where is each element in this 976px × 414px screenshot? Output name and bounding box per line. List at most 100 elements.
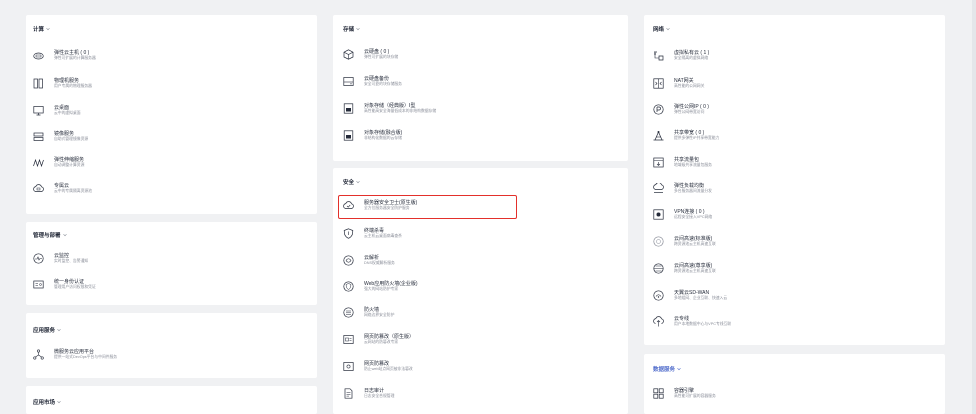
service-desc: 弹性可扩展的块存储 (364, 55, 399, 59)
container-engine-icon (653, 388, 664, 399)
service-desc: 管理用户访问权限和凭证 (54, 285, 96, 289)
cloud-dns-icon (343, 255, 354, 266)
service-item[interactable]: NAT网关 高性能的公网网关 (653, 78, 833, 94)
web-firewall-icon (343, 281, 354, 292)
section-title-label: 安全 (343, 180, 355, 186)
service-desc: 弹性可扩展的计算服务器 (54, 56, 96, 60)
service-item[interactable]: 微服务云应用平台 提供一站式DevOps平台与中间件服务 (33, 349, 213, 365)
page-scrollbar[interactable] (972, 0, 976, 414)
anti-tamper-icon (343, 361, 354, 372)
section-title-network[interactable]: 网络 (653, 25, 670, 33)
service-desc: 高性能的公网网关 (674, 84, 705, 88)
vpn-icon (653, 209, 664, 220)
chevron-down-icon (666, 27, 670, 31)
service-item[interactable]: 统一身份认证 管理用户访问权限和凭证 (33, 279, 213, 295)
service-item[interactable]: 弹性负载均衡 多台服务器间流量分发 (653, 183, 833, 199)
service-item[interactable]: 弹性伸缩服务 自动调整计算资源 (33, 157, 213, 173)
service-item[interactable]: 云专线 用户本地数据中心与VPC专线互联 (653, 316, 833, 332)
dedicated-cloud-icon (33, 183, 44, 194)
elastic-ip-icon (653, 104, 664, 115)
chevron-down-icon (356, 27, 360, 31)
service-desc: 非结构化数据的云存储 (364, 136, 402, 140)
load-balancer-icon (653, 183, 664, 194)
service-item[interactable]: 容器引擎 高性能可扩展的容器服务 (653, 388, 833, 404)
disk-backup-icon (343, 76, 354, 87)
section-title-label: 网络 (653, 27, 665, 33)
section-title-storage[interactable]: 存储 (343, 25, 360, 33)
service-desc: 自助式管理镜像资源 (54, 137, 89, 141)
section-title-compute[interactable]: 计算 (33, 25, 50, 33)
cloud-express-standard-icon (653, 236, 664, 247)
nat-gateway-icon (653, 78, 664, 89)
service-item-highlighted[interactable]: 服务器安全卫士(原生版) 全方位服务器安全防护服务 (343, 200, 523, 216)
chevron-down-icon (46, 27, 50, 31)
service-desc: 网络边界安全防护 (364, 313, 395, 317)
section-title-label: 管理与部署 (33, 233, 61, 239)
service-item[interactable]: 天翼云SD-WAN 多地组网、企业互联、快速入云 (653, 290, 833, 306)
service-item[interactable]: 网页防篡改（原生版） 云网站的防篡改专家 (343, 334, 523, 350)
service-item[interactable]: 镜像服务 自助式管理镜像资源 (33, 131, 213, 147)
section-title-app-market[interactable]: 应用市场 (33, 398, 61, 406)
section-title-data-service[interactable]: 数据服务 (653, 365, 681, 373)
app-market-card (26, 386, 317, 414)
service-item[interactable]: 云间高速(标准版) 跨资源池云主机高速互联 (653, 236, 833, 252)
service-item[interactable]: 云解析 DNS权威解析服务 (343, 255, 523, 271)
service-item[interactable]: 云硬盘备份 安全可靠的块存储服务 (343, 76, 523, 92)
microservice-platform-icon (33, 349, 44, 360)
service-item[interactable]: 云硬盘 ( 0 ) 弹性可扩展的块存储 (343, 49, 523, 65)
service-item[interactable]: 共享流量包 地域级共享流量包服务 (653, 157, 833, 173)
section-title-label: 应用服务 (33, 328, 56, 334)
service-item[interactable]: 共享带宽 ( 0 ) 提供多弹性IP共享带宽能力 (653, 130, 833, 146)
section-title-label: 存储 (343, 27, 355, 33)
service-desc: 自动调整计算资源 (54, 163, 85, 167)
service-item[interactable]: Web应用防火墙(企业版) 强大的网站防护专家 (343, 281, 523, 297)
service-item[interactable]: 对象存储(融合版) 非结构化数据的云存储 (343, 130, 523, 146)
section-title-security[interactable]: 安全 (343, 178, 360, 186)
log-audit-icon (343, 388, 354, 399)
service-item[interactable]: 网页防篡改 防止web站点网页被非法篡改 (343, 361, 523, 377)
section-title-management[interactable]: 管理与部署 (33, 231, 67, 239)
object-storage-fusion-icon (343, 130, 354, 141)
image-service-icon (33, 131, 44, 142)
service-desc: 云中的虚拟桌面 (54, 111, 81, 115)
service-desc: 高性能高安全海量低成本的非结构数据存储 (364, 109, 437, 113)
app-service-card (26, 313, 317, 378)
identity-auth-icon (33, 279, 44, 290)
service-desc: 实时监控、告警通知 (54, 259, 89, 263)
service-desc: 地域级共享流量包服务 (674, 163, 712, 167)
service-item[interactable]: 云桌面 云中的虚拟桌面 (33, 105, 213, 121)
service-item[interactable]: 弹性云主机 ( 0 ) 弹性可扩展的计算服务器 (33, 50, 213, 66)
service-item[interactable]: VPN连接 ( 0 ) 远程安全接入VPC网络 (653, 209, 833, 225)
service-item[interactable]: 弹性公网IP ( 0 ) 弹性公网带宽访问 (653, 104, 833, 120)
service-desc: 多台服务器间流量分发 (674, 189, 712, 193)
service-item[interactable]: 云监控 实时监控、告警通知 (33, 253, 213, 269)
service-desc: 远程安全接入VPC网络 (674, 215, 713, 219)
service-item[interactable]: 日志审计 日志安全合规管理 (343, 388, 523, 404)
service-desc: 高性能可扩展的容器服务 (674, 394, 716, 398)
service-item[interactable]: 终端杀毒 云主机云桌面病毒查杀 (343, 228, 523, 244)
service-desc: 云网站的防篡改专家 (364, 340, 399, 344)
chevron-down-icon (677, 367, 681, 371)
service-desc: 全方位服务器安全防护服务 (364, 206, 410, 210)
section-title-app-service[interactable]: 应用服务 (33, 326, 61, 334)
service-desc: 多地组网、企业互联、快速入云 (674, 296, 728, 300)
service-desc: 安全可靠的块存储服务 (364, 82, 402, 86)
cloud-disk-icon (343, 49, 354, 60)
service-item[interactable]: 云间高速(尊享版) 跨资源池云主机高速互联 (653, 263, 833, 279)
cloud-express-premium-icon (653, 263, 664, 274)
shared-traffic-icon (653, 157, 664, 168)
service-item[interactable]: 防火墙 网络边界安全防护 (343, 307, 523, 323)
data-service-card (644, 354, 945, 414)
physical-machine-icon (33, 78, 44, 89)
object-storage-classic-icon (343, 103, 354, 114)
service-item[interactable]: 专属云 云中的专属隔离资源池 (33, 183, 213, 199)
service-desc: 安全隔离的虚拟网络 (674, 56, 709, 60)
sd-wan-icon (653, 290, 664, 301)
service-item[interactable]: 对象存储（经典版）Ⅰ型 高性能高安全海量低成本的非结构数据存储 (343, 103, 523, 119)
shared-bandwidth-icon (653, 130, 664, 141)
service-desc: 防止web站点网页被非法篡改 (364, 367, 413, 371)
section-title-label: 计算 (33, 27, 45, 33)
service-item[interactable]: 虚拟私有云 ( 1 ) 安全隔离的虚拟网络 (653, 50, 833, 66)
anti-tamper-native-icon (343, 334, 354, 345)
service-item[interactable]: 物理机服务 用户专属的物理服务器 (33, 78, 213, 94)
